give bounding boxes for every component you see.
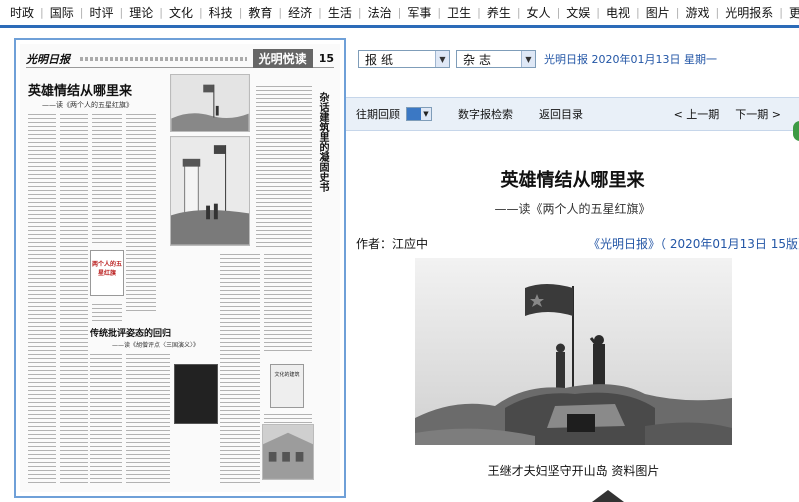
- issue-toolbar: 往期回顾 ▼ 数字报检索 返回目录 < 上一期 下一期 >: [346, 97, 799, 131]
- paper-article-subtitle: ——读《两个人的五星红旗》: [42, 101, 133, 109]
- back-to-toc-link[interactable]: 返回目录: [539, 106, 583, 122]
- prev-issue-link[interactable]: < 上一期: [674, 106, 720, 122]
- photo-caption: 王继才夫妇坚守开山岛 资料图片: [487, 464, 660, 478]
- nav-item-wellness[interactable]: 养生: [481, 1, 517, 25]
- paper-article-title[interactable]: 英雄情结从哪里来: [28, 80, 132, 99]
- paper-text-column: [126, 354, 170, 484]
- magazine-select-value: 杂志: [463, 52, 496, 67]
- paper-photo-lighthouse: [170, 136, 250, 246]
- nav-item-gmw-papers[interactable]: 光明报系: [719, 1, 779, 25]
- next-issue-link[interactable]: 下一期 >: [735, 106, 781, 122]
- article-photo: [415, 258, 732, 445]
- paper-text-column: [264, 254, 312, 354]
- paper-page-number: 15: [318, 52, 334, 65]
- paper-photo-street: [262, 424, 314, 480]
- nav-item-theory[interactable]: 理论: [123, 1, 159, 25]
- nav-item-tech[interactable]: 科技: [203, 1, 239, 25]
- paper-photo-lighthouse-image: [171, 137, 249, 245]
- past-review-link[interactable]: 往期回顾: [356, 106, 400, 122]
- nav-item-international[interactable]: 国际: [44, 1, 80, 25]
- nav-item-commentary[interactable]: 时评: [83, 1, 119, 25]
- newspaper-page[interactable]: 光明日报 光明悦读 15 英雄情结从哪里来 ——读《两个人的五星红旗》 两个人的…: [20, 44, 340, 492]
- paper-text-column: [90, 354, 122, 484]
- nav-item-politics[interactable]: 时政: [4, 1, 40, 25]
- nav-item-life[interactable]: 生活: [322, 1, 358, 25]
- paper-text-column: [28, 114, 56, 484]
- paper-article-subtitle-2: ——读《胡僧评点〈三国演义〉》: [112, 342, 200, 349]
- issue-pager: < 上一期 下一期 >: [658, 106, 799, 122]
- chevron-down-icon[interactable]: ▼: [521, 51, 535, 67]
- paper-photo-flag-image: [171, 75, 249, 131]
- newspaper-page-frame[interactable]: 光明日报 光明悦读 15 英雄情结从哪里来 ——读《两个人的五星红旗》 两个人的…: [14, 38, 346, 498]
- paper-text-column: [256, 86, 312, 250]
- past-review-select[interactable]: ▼: [406, 107, 432, 121]
- article-source[interactable]: 《光明日报》（ 2020年01月13日 15版）: [588, 235, 799, 252]
- top-nav: 时政 | 国际 | 时评 | 理论 | 文化 | 科技 | 教育 | 经济 | 生活 | 法治 | …: [0, 0, 799, 28]
- paper-text-column: [92, 114, 122, 244]
- article-title: 英雄情结从哪里来: [500, 170, 645, 191]
- paper-photo-street-image: [263, 425, 313, 479]
- paper-book-stack-image: [174, 364, 218, 424]
- paper-section-label: 光明悦读: [252, 49, 313, 68]
- next-photo-peek: [586, 488, 630, 502]
- nav-item-military[interactable]: 军事: [401, 1, 437, 25]
- nav-item-culture[interactable]: 文化: [163, 1, 199, 25]
- paper-vertical-title[interactable]: 杂话建筑里的凝固史书: [316, 92, 328, 192]
- publication-selector-bar: 报纸 ▼ 杂志 ▼ 光明日报 2020年01月13日 星期一: [358, 48, 717, 70]
- nav-item-pictures[interactable]: 图片: [640, 1, 676, 25]
- paper-article-title-2[interactable]: 传统批评姿态的回归: [90, 326, 171, 339]
- paper-text-column: [126, 114, 156, 314]
- newspaper-select[interactable]: 报纸 ▼: [358, 50, 450, 68]
- chevron-down-icon[interactable]: ▼: [435, 51, 449, 67]
- paper-header: 光明日报 光明悦读 15: [26, 49, 334, 68]
- nav-item-law[interactable]: 法治: [362, 1, 398, 25]
- digital-search-link[interactable]: 数字报检索: [458, 106, 513, 122]
- nav-item-more[interactable]: 更多>>: [783, 1, 799, 25]
- paper-book-cover: 两个人的五星红旗: [90, 250, 124, 296]
- article-subtitle: ——读《两个人的五星红旗》: [494, 202, 651, 216]
- nav-item-education[interactable]: 教育: [242, 1, 278, 25]
- newspaper-select-value: 报纸: [365, 52, 398, 67]
- paper-text-column: [60, 114, 88, 484]
- paper-logo: 光明日报: [26, 52, 70, 66]
- nav-item-games[interactable]: 游戏: [679, 1, 715, 25]
- magazine-select[interactable]: 杂志 ▼: [456, 50, 536, 68]
- issue-date-info: 光明日报 2020年01月13日 星期一: [544, 53, 717, 66]
- article-author: 作者：江应中: [356, 237, 429, 251]
- paper-photo-flag: [170, 74, 250, 132]
- nav-item-tv[interactable]: 电视: [600, 1, 636, 25]
- paper-book-cover-2: 文化的建筑: [270, 364, 304, 408]
- paper-meta-line: [80, 56, 247, 61]
- nav-item-entertainment[interactable]: 文娱: [560, 1, 596, 25]
- side-float-button[interactable]: [793, 121, 799, 141]
- calendar-icon: [407, 108, 421, 120]
- next-photo-peek-image: [592, 490, 624, 502]
- nav-item-economy[interactable]: 经济: [282, 1, 318, 25]
- nav-item-women[interactable]: 女人: [521, 1, 557, 25]
- paper-text-column: [92, 304, 122, 322]
- nav-item-health[interactable]: 卫生: [441, 1, 477, 25]
- paper-text-column: [220, 254, 260, 484]
- article-photo-image: [415, 258, 732, 445]
- chevron-down-icon[interactable]: ▼: [421, 108, 431, 120]
